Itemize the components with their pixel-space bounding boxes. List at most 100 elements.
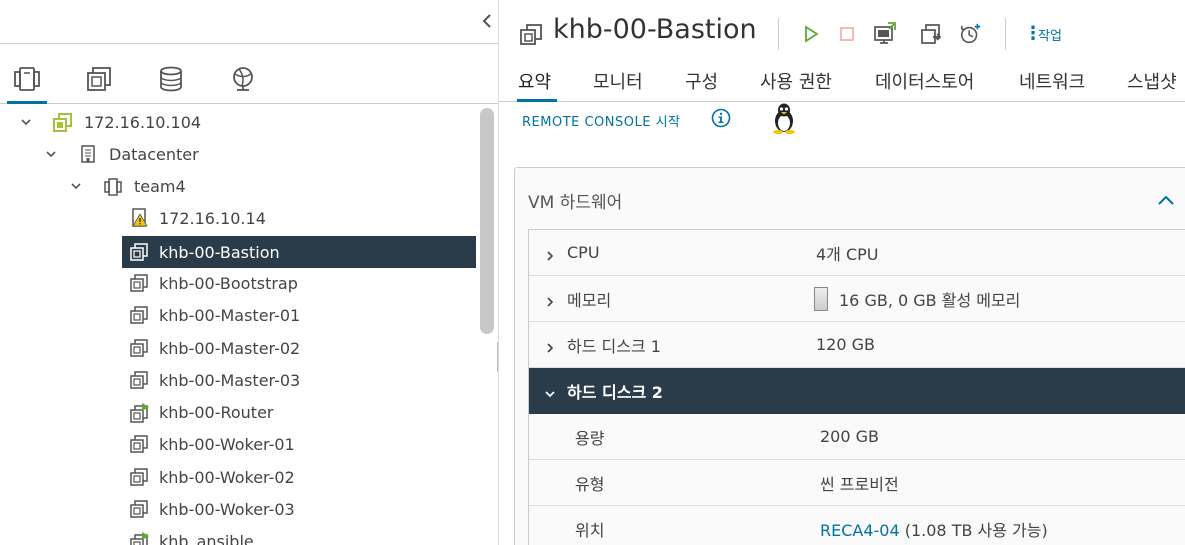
open-console-icon[interactable] [873, 22, 897, 46]
tree-item-label: khb-00-Router [159, 402, 274, 422]
hardware-table: CPU 4개 CPU 메모리 16 GB, 0 GB 활성 메모리 하드 디스크… [528, 229, 1185, 545]
vm-icon [130, 243, 148, 261]
table-row-capacity: 용량 200 GB [529, 414, 1185, 460]
vm-icon [130, 500, 148, 518]
table-row-hard-disk-2[interactable]: 하드 디스크 2 [529, 368, 1185, 414]
datastore-free-space: (1.08 TB 사용 가능) [899, 520, 1048, 540]
vm-detail-panel: khb-00-Bastion ⋮ 작업 요약 모니터 구성 사용 권한 데이터스… [499, 0, 1185, 545]
storage-icon[interactable] [154, 62, 188, 96]
chevron-right-icon[interactable] [544, 293, 556, 307]
tree-item-vcenter[interactable]: 172.16.10.104 [0, 106, 476, 138]
tree-item-vm[interactable]: khb-00-Master-02 [0, 332, 476, 364]
vm-icon [130, 468, 148, 486]
chevron-down-icon[interactable] [45, 148, 57, 160]
actions-menu-button[interactable]: ⋮ 작업 [1024, 22, 1062, 46]
datastore-link[interactable]: RECA4-04 [820, 521, 900, 540]
tree-item-label: khb-00-Master-02 [159, 338, 301, 358]
vcenter-icon [53, 113, 72, 132]
chevron-down-icon[interactable] [20, 116, 32, 128]
tree-item-vm[interactable]: khb-00-Master-01 [0, 299, 476, 331]
tree-item-cluster[interactable]: team4 [0, 170, 476, 202]
row-key: 하드 디스크 1 [567, 336, 661, 356]
tree-item-vm[interactable]: khb-00-Woker-01 [0, 428, 476, 460]
row-value: 씬 프로비전 [820, 474, 899, 494]
tree-item-label: khb-00-Woker-03 [159, 499, 295, 519]
tree-item-host[interactable]: 172.16.10.14 [0, 202, 476, 234]
tree-item-vm[interactable]: khb-00-Bootstrap [0, 267, 476, 299]
tree-item-label: khb-00-Bastion [159, 242, 280, 262]
tab-permissions[interactable]: 사용 권한 [760, 68, 832, 94]
detail-tabs: 요약 모니터 구성 사용 권한 데이터스토어 네트워크 스냅샷 [499, 62, 1185, 102]
table-row-type: 유형 씬 프로비전 [529, 460, 1185, 506]
row-value: 4개 CPU [816, 244, 879, 264]
tab-configure[interactable]: 구성 [685, 68, 718, 94]
divider [778, 18, 779, 50]
row-key: 하드 디스크 2 [567, 382, 663, 402]
tree-item-label: 172.16.10.14 [159, 208, 266, 228]
tree-item-vm-selected[interactable]: khb-00-Bastion [122, 236, 476, 268]
vm-icon [130, 435, 148, 453]
row-value: RECA4-04 (1.08 TB 사용 가능) [820, 517, 1048, 541]
chevron-right-icon[interactable] [544, 247, 556, 261]
tree-scrollbar-thumb[interactable] [480, 108, 494, 334]
launch-remote-console-link[interactable]: REMOTE CONSOLE 시작 [522, 111, 681, 130]
divider [1005, 18, 1006, 50]
tab-snapshots[interactable]: 스냅샷 [1127, 68, 1177, 94]
networking-icon[interactable] [226, 62, 260, 96]
tab-summary[interactable]: 요약 [518, 68, 551, 94]
vms-and-templates-icon[interactable] [82, 62, 116, 96]
table-row-memory[interactable]: 메모리 16 GB, 0 GB 활성 메모리 [529, 276, 1185, 322]
tree-item-label: khb-00-Bootstrap [159, 273, 298, 293]
row-key: 유형 [575, 474, 605, 494]
tree-item-label: team4 [134, 176, 186, 196]
more-vertical-icon: ⋮ [1024, 23, 1042, 44]
vm-icon [130, 274, 148, 292]
page-title: khb-00-Bastion [553, 14, 757, 45]
row-value: 120 GB [816, 335, 875, 354]
tree-item-vm[interactable]: khb-00-Woker-03 [0, 493, 476, 525]
linux-os-icon [769, 102, 799, 134]
chevron-down-icon[interactable] [544, 385, 556, 398]
tab-networks[interactable]: 네트워크 [1019, 68, 1085, 94]
tree-item-label: Datacenter [109, 144, 199, 164]
power-off-icon[interactable] [835, 22, 859, 46]
tree-item-vm[interactable]: khb-00-Woker-02 [0, 461, 476, 493]
tab-monitor[interactable]: 모니터 [593, 68, 643, 94]
navigator-panel: 172.16.10.104 Datacenter team4 172.16.10… [0, 0, 498, 545]
row-key: 용량 [575, 428, 605, 448]
row-value: 16 GB, 0 GB 활성 메모리 [839, 290, 1021, 310]
active-tab-indicator [7, 101, 47, 104]
table-row-cpu[interactable]: CPU 4개 CPU [529, 230, 1185, 276]
tree-item-vm[interactable]: khb_ansible [0, 525, 476, 545]
memory-usage-bar [814, 287, 828, 311]
chevron-right-icon[interactable] [544, 339, 556, 353]
migrate-icon[interactable] [919, 22, 943, 46]
tree-item-label: 172.16.10.104 [84, 112, 202, 132]
vm-icon [130, 339, 148, 357]
info-icon[interactable] [711, 108, 731, 128]
row-key: CPU [567, 243, 600, 262]
vm-powered-on-icon [130, 532, 149, 545]
vm-icon [130, 306, 148, 324]
navigator-tabs [0, 44, 498, 104]
snapshot-icon[interactable] [959, 22, 983, 46]
tree-item-vm[interactable]: khb-00-Router [0, 396, 476, 428]
vsphere-client: 172.16.10.104 Datacenter team4 172.16.10… [0, 0, 1185, 545]
chevron-up-icon[interactable] [1156, 192, 1176, 206]
tree-item-datacenter[interactable]: Datacenter [0, 138, 476, 170]
collapse-navigator-icon[interactable] [480, 10, 496, 32]
vm-icon [519, 22, 543, 46]
row-value: 200 GB [820, 427, 879, 446]
tree-item-label: khb-00-Woker-02 [159, 467, 295, 487]
cluster-icon [103, 177, 122, 196]
active-tab-indicator [517, 99, 557, 102]
tree-item-label: khb-00-Master-03 [159, 370, 301, 390]
power-on-icon[interactable] [799, 22, 823, 46]
vm-hardware-card: VM 하드웨어 CPU 4개 CPU 메모리 16 GB, 0 GB 활성 메모… [514, 167, 1185, 545]
tab-datastores[interactable]: 데이터스토어 [875, 68, 974, 94]
chevron-down-icon[interactable] [70, 180, 82, 192]
table-row-hard-disk-1[interactable]: 하드 디스크 1 120 GB [529, 322, 1185, 368]
row-key: 메모리 [567, 290, 612, 310]
hosts-and-clusters-icon[interactable] [10, 62, 44, 96]
tree-item-vm[interactable]: khb-00-Master-03 [0, 364, 476, 396]
